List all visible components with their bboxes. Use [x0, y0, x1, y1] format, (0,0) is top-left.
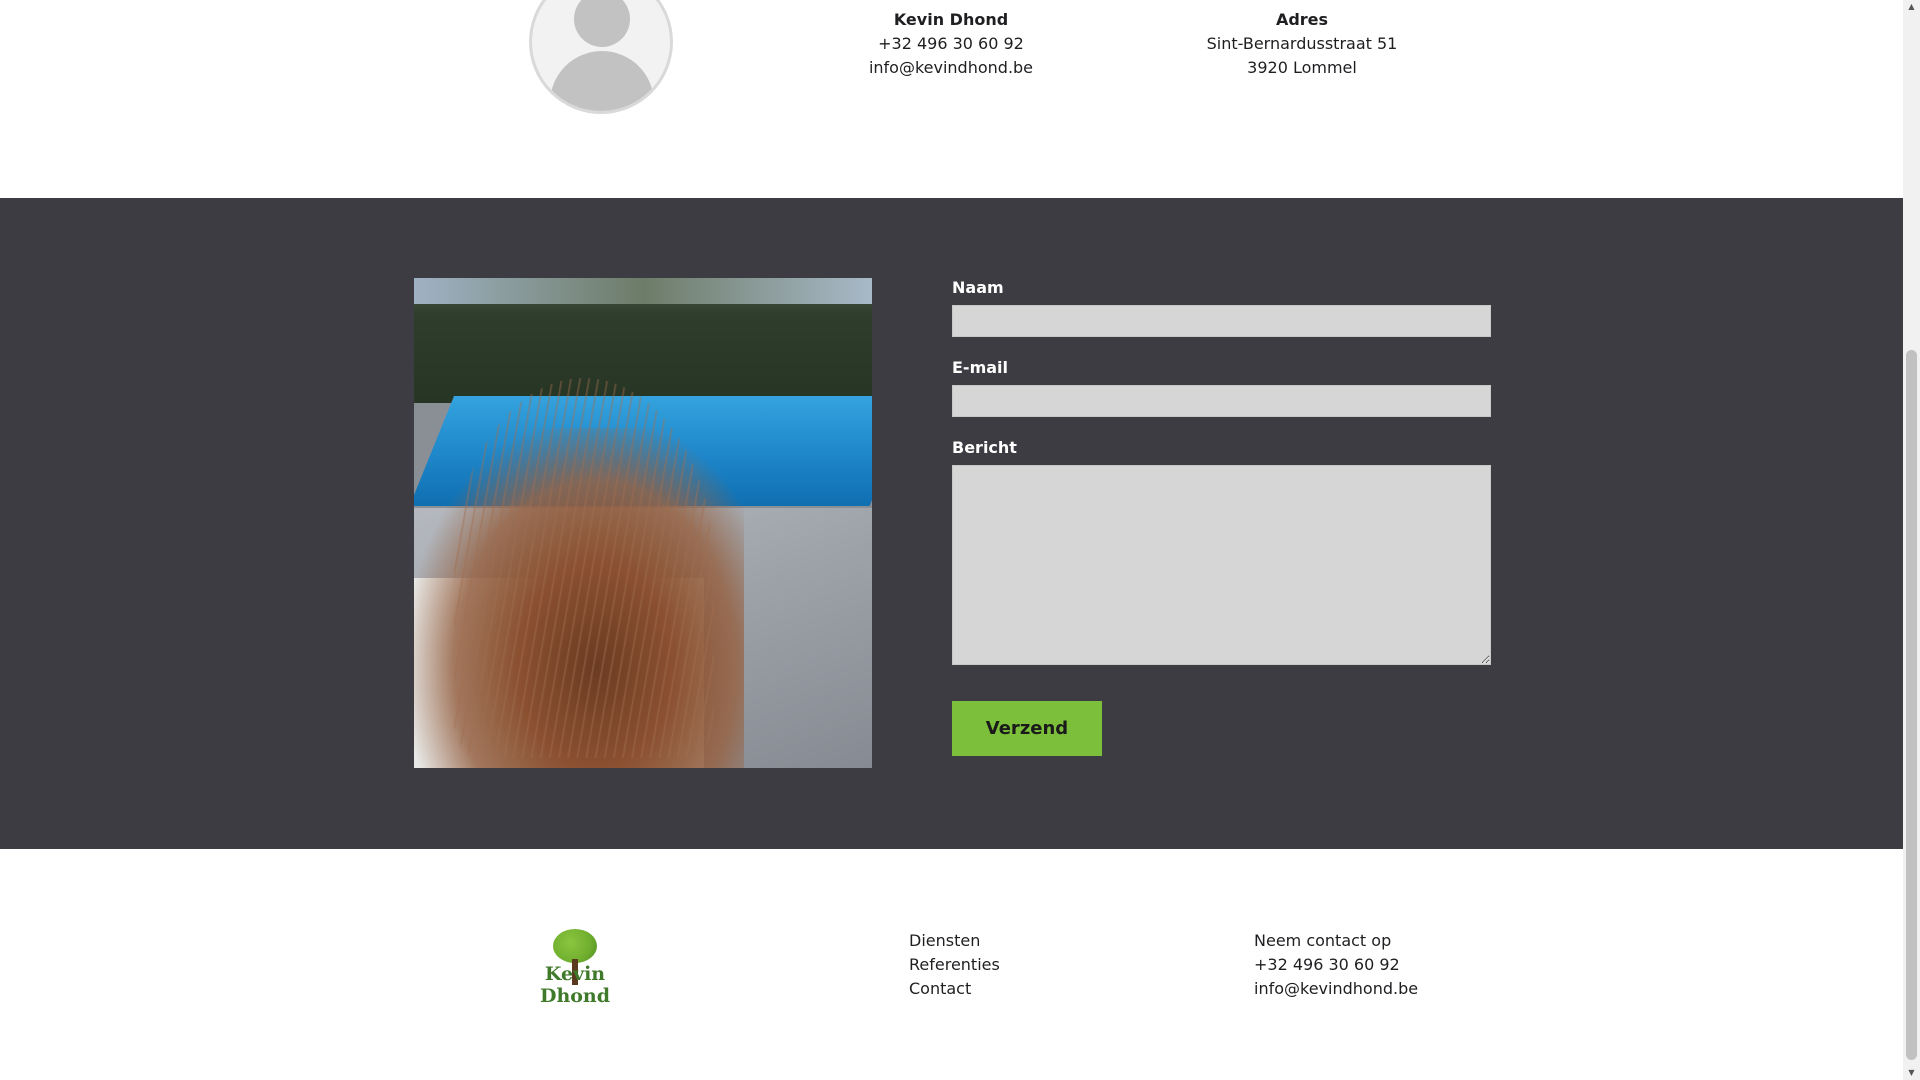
- footer-contact-email[interactable]: info@kevindhond.be: [1254, 977, 1418, 1001]
- email-label: E-mail: [952, 358, 1009, 377]
- scroll-down-arrow-icon[interactable]: ▼: [1903, 1066, 1920, 1080]
- contact-form: Naam E-mail Bericht Verzend: [952, 278, 1491, 756]
- person-name: Kevin Dhond: [893, 10, 1009, 29]
- scrollbar-thumb[interactable]: [1906, 350, 1917, 1060]
- address-block: Adres Sint-Bernardusstraat 51 3920 Lomme…: [1202, 8, 1402, 80]
- page: Kevin Dhond +32 496 30 60 92 info@kevind…: [0, 0, 1903, 1080]
- address-street: Sint-Bernardusstraat 51: [1206, 34, 1398, 53]
- kevin-dhond-logo[interactable]: Kevin Dhond: [515, 929, 635, 1007]
- vertical-scrollbar[interactable]: ▲ ▼: [1903, 0, 1920, 1080]
- address-city: 3920 Lommel: [1247, 58, 1357, 77]
- contact-info-section: Kevin Dhond +32 496 30 60 92 info@kevind…: [0, 0, 1903, 198]
- person-contact-block: Kevin Dhond +32 496 30 60 92 info@kevind…: [851, 8, 1051, 80]
- contact-form-section: Naam E-mail Bericht Verzend: [0, 198, 1903, 849]
- tree-logo-icon: [553, 929, 597, 963]
- footer-contact-phone[interactable]: +32 496 30 60 92: [1254, 953, 1418, 977]
- submit-button[interactable]: Verzend: [952, 701, 1102, 756]
- footer-link-referenties[interactable]: Referenties: [909, 953, 1000, 977]
- name-label: Naam: [952, 278, 1004, 297]
- message-textarea[interactable]: [952, 465, 1491, 665]
- footer-nav: Diensten Referenties Contact: [909, 929, 1000, 1001]
- photo-sky: [414, 278, 872, 304]
- footer-contact-heading: Neem contact op: [1254, 931, 1392, 950]
- person-phone: +32 496 30 60 92: [878, 34, 1024, 53]
- footer-contact: Neem contact op +32 496 30 60 92 info@ke…: [1254, 929, 1418, 1001]
- footer-link-diensten[interactable]: Diensten: [909, 929, 1000, 953]
- avatar: [529, 0, 673, 114]
- footer-link-contact[interactable]: Contact: [909, 977, 1000, 1001]
- email-input[interactable]: [952, 385, 1491, 417]
- photo-grass-plumes: [454, 378, 714, 758]
- footer: Kevin Dhond Diensten Referenties Contact…: [0, 849, 1903, 1080]
- garden-pool-photo: [414, 278, 872, 768]
- message-label: Bericht: [952, 438, 1017, 457]
- name-input[interactable]: [952, 305, 1491, 337]
- logo-text: Kevin Dhond: [539, 963, 611, 1007]
- avatar-head-shape: [574, 0, 630, 47]
- address-title: Adres: [1275, 10, 1329, 29]
- avatar-body-shape: [550, 51, 654, 111]
- person-email: info@kevindhond.be: [868, 58, 1034, 77]
- scroll-up-arrow-icon[interactable]: ▲: [1903, 0, 1920, 14]
